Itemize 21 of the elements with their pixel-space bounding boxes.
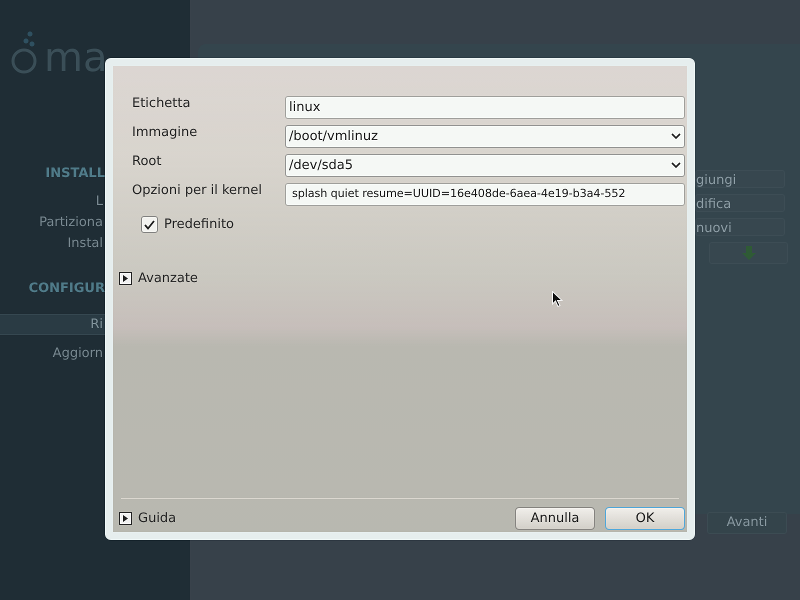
expander[interactable]: Guida — [119, 508, 176, 528]
mouse-cursor-icon — [552, 291, 563, 307]
chevron-down-icon — [671, 133, 681, 140]
expander[interactable]: Avanzate — [119, 268, 198, 288]
dropdown[interactable]: /boot/vmlinuz — [285, 125, 685, 148]
field-label: Opzioni per il kernel — [132, 183, 263, 200]
text-field[interactable]: splash quiet resume=UUID=16e408de-6aea-4e19-b3a4-552 — [285, 183, 685, 206]
field-label: Root — [132, 154, 162, 171]
section-heading: CONFIGUR — [28, 280, 105, 298]
down-arrow-icon — [742, 246, 756, 260]
checkmark-icon — [144, 220, 155, 230]
dropdown[interactable]: /dev/sda5 — [285, 154, 685, 177]
dialog-button[interactable]: Annulla — [515, 507, 595, 530]
field-label: Etichetta — [132, 96, 192, 113]
checkbox[interactable] — [141, 216, 158, 234]
chevron-down-icon — [671, 162, 681, 169]
dialog-button[interactable]: OK — [605, 507, 685, 530]
section-heading: INSTALL — [45, 165, 105, 183]
text-field[interactable]: linux — [285, 96, 685, 119]
field-label: Immagine — [132, 125, 198, 142]
default-checkbox[interactable]: Predefinito — [141, 215, 687, 234]
